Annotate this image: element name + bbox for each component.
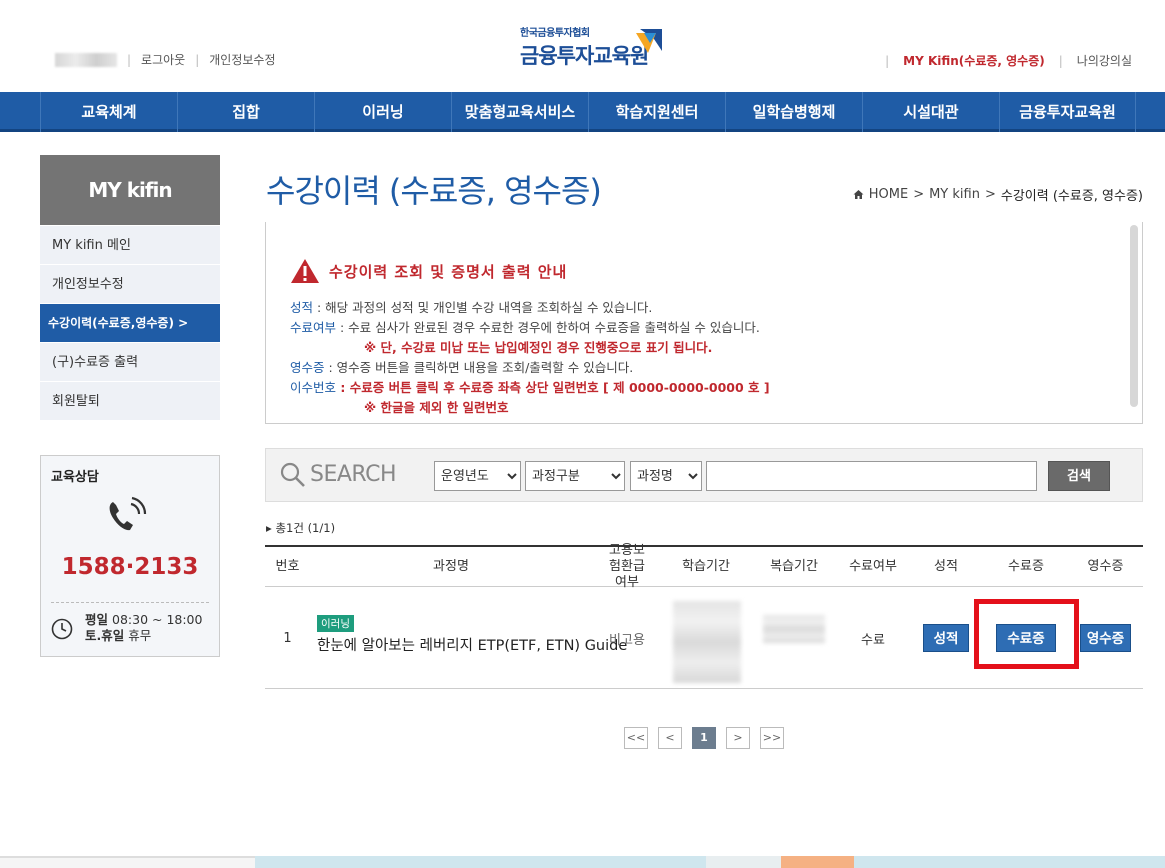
home-icon bbox=[853, 190, 864, 199]
breadcrumb-mykifin[interactable]: MY kifin bbox=[929, 187, 980, 202]
nav-item[interactable]: 학습지원센터 bbox=[588, 92, 725, 132]
main-nav: 교육체계 집합 이러닝 맞춤형교육서비스 학습지원센터 일학습병행제 시설대관 … bbox=[0, 92, 1165, 132]
category-select[interactable]: 과정구분 bbox=[525, 461, 625, 491]
divider bbox=[51, 602, 209, 603]
user-name-redacted bbox=[55, 52, 117, 67]
sidebar-title: MY kifin bbox=[40, 155, 220, 225]
footer-strip bbox=[0, 856, 1165, 868]
col-receipt: 영수증 bbox=[1087, 559, 1124, 574]
elearning-badge: 이러닝 bbox=[317, 615, 354, 632]
search-bar: SEARCH 운영년도 과정구분 과정명 검색 bbox=[265, 448, 1143, 502]
col-review-period: 복습기간 bbox=[770, 559, 818, 574]
course-title[interactable]: 한눈에 알아보는 레버리지 ETP(ETF, ETN) Guide bbox=[317, 634, 627, 655]
breadcrumb-home[interactable]: HOME bbox=[869, 187, 908, 202]
consult-title: 교육상담 bbox=[51, 470, 99, 485]
notice-box: 수강이력 조회 및 증명서 출력 안내 성적 : 해당 과정의 성적 및 개인별… bbox=[265, 222, 1143, 424]
sidebar-item-history[interactable]: 수강이력(수료증,영수증) > bbox=[40, 304, 220, 343]
sidebar-item-profile[interactable]: 개인정보수정 bbox=[40, 265, 220, 304]
logo-mark-icon bbox=[636, 29, 662, 53]
nav-item[interactable]: 일학습병행제 bbox=[725, 92, 862, 132]
search-label: SEARCH bbox=[310, 462, 397, 487]
logout-link[interactable]: 로그아웃 bbox=[141, 51, 185, 68]
sidebar-item-withdraw[interactable]: 회원탈퇴 bbox=[40, 382, 220, 421]
sidebar-item-main[interactable]: MY kifin 메인 bbox=[40, 226, 220, 265]
grade-button[interactable]: 성적 bbox=[922, 624, 970, 652]
consult-hours: 평일 08:30 ~ 18:00 토.휴일 휴무 bbox=[85, 612, 203, 643]
first-page-button[interactable]: << bbox=[624, 727, 648, 749]
row-receipt: 영수증 bbox=[1068, 587, 1143, 689]
phone-icon bbox=[109, 496, 147, 531]
nav-item[interactable]: 맞춤형교육서비스 bbox=[451, 92, 588, 132]
row-no: 1 bbox=[283, 630, 292, 646]
logo-small-text: 한국금융투자협회 bbox=[520, 28, 590, 39]
sidebar-menu: MY kifin 메인 개인정보수정 수강이력(수료증,영수증) > (구)수료… bbox=[40, 226, 220, 421]
total-count: ▸ 총1건 (1/1) bbox=[266, 521, 336, 535]
search-button[interactable]: 검색 bbox=[1048, 461, 1110, 491]
breadcrumb-current: 수강이력 (수료증, 영수증) bbox=[1000, 189, 1143, 204]
edit-profile-link[interactable]: 개인정보수정 bbox=[209, 51, 275, 68]
site-logo[interactable]: 한국금융투자협회 금융투자교육원 bbox=[520, 24, 649, 70]
consult-phone: 1588·2133 bbox=[61, 554, 199, 580]
row-completed: 수료 bbox=[861, 632, 885, 648]
col-course: 과정명 bbox=[433, 559, 469, 574]
warning-icon bbox=[291, 259, 319, 283]
nav-item[interactable]: 금융투자교육원 bbox=[999, 92, 1136, 132]
search-input[interactable] bbox=[706, 461, 1037, 491]
search-icon bbox=[280, 462, 305, 487]
col-cert: 수료증 bbox=[1008, 559, 1044, 574]
col-completed: 수료여부 bbox=[849, 559, 897, 574]
highlight-box bbox=[974, 599, 1079, 669]
study-period-redacted bbox=[673, 601, 741, 683]
nav-item[interactable]: 집합 bbox=[177, 92, 314, 132]
sidebar-item-old-cert[interactable]: (구)수료증 출력 bbox=[40, 343, 220, 382]
year-select[interactable]: 운영년도 bbox=[434, 461, 521, 491]
pagination: << < 1 > >> bbox=[624, 727, 784, 749]
nav-item[interactable]: 교육체계 bbox=[40, 92, 177, 132]
page-title: 수강이력 (수료증, 영수증) bbox=[266, 172, 602, 210]
receipt-button[interactable]: 영수증 bbox=[1079, 624, 1132, 652]
table-header: 번호 과정명 고용보험환급여부 학습기간 복습기간 수료여부 성적 수료증 영수… bbox=[265, 543, 1143, 590]
col-no: 번호 bbox=[275, 559, 300, 574]
logo-big-text: 금융투자교육원 bbox=[520, 44, 649, 68]
row-grade: 성적 bbox=[908, 587, 984, 689]
last-page-button[interactable]: >> bbox=[760, 727, 784, 749]
my-lectures-link[interactable]: 나의강의실 bbox=[1077, 52, 1132, 69]
field-select[interactable]: 과정명 bbox=[630, 461, 702, 491]
notice-scrollbar[interactable] bbox=[1130, 225, 1138, 407]
page-button-current[interactable]: 1 bbox=[692, 727, 716, 749]
col-refund: 고용보험환급여부 bbox=[609, 543, 645, 590]
clock-icon bbox=[51, 618, 73, 640]
consult-box: 교육상담 1588·2133 평일 08:30 ~ 18:00 토.휴일 휴무 bbox=[40, 455, 220, 657]
notice-title: 수강이력 조회 및 증명서 출력 안내 bbox=[329, 263, 568, 281]
my-kifin-link[interactable]: MY Kifin(수료증, 영수증) bbox=[903, 52, 1045, 69]
breadcrumb: HOME > MY kifin > 수강이력 (수료증, 영수증) bbox=[853, 185, 1143, 204]
col-study-period: 학습기간 bbox=[682, 559, 730, 574]
col-grade: 성적 bbox=[934, 559, 958, 574]
row-course[interactable]: 이러닝 한눈에 알아보는 레버리지 ETP(ETF, ETN) Guide bbox=[317, 615, 627, 655]
notice-lines: 성적 : 해당 과정의 성적 및 개인별 수강 내역을 조회하실 수 있습니다.… bbox=[290, 300, 770, 415]
next-page-button[interactable]: > bbox=[726, 727, 750, 749]
nav-item[interactable]: 이러닝 bbox=[314, 92, 451, 132]
prev-page-button[interactable]: < bbox=[658, 727, 682, 749]
nav-item[interactable]: 시설대관 bbox=[862, 92, 999, 132]
row-refund: 비고용 bbox=[609, 633, 645, 648]
review-period-redacted bbox=[763, 615, 825, 643]
top-util-left: | 로그아웃 | 개인정보수정 bbox=[55, 51, 276, 68]
top-util-right: | MY Kifin(수료증, 영수증) | 나의강의실 bbox=[885, 52, 1132, 69]
